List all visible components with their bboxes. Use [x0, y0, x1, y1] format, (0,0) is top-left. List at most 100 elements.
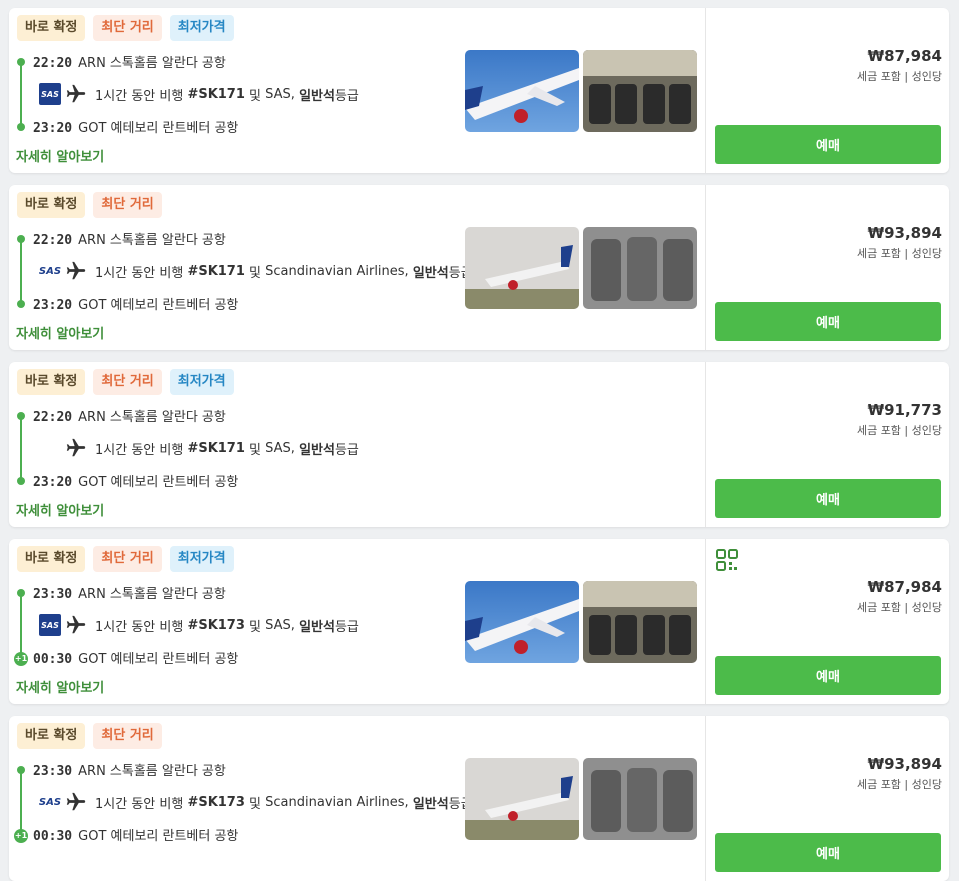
book-button[interactable]: 예매	[715, 833, 941, 872]
sas-logo-icon: SAS	[38, 265, 62, 277]
arrival-row: 00:30 GOT 예테보리 란트베터 공항	[33, 648, 238, 667]
airline-name: Scandinavian Airlines,	[265, 794, 409, 810]
departure-time: 22:20	[33, 233, 73, 248]
next-day-badge: +1	[14, 829, 28, 843]
departure-row: 23:30 ARN 스톡홀름 알란다 공항	[33, 760, 226, 779]
flight-number: #SK171	[187, 440, 245, 456]
airline-name: Scandinavian Airlines,	[265, 263, 409, 279]
tag-shortest: 최단 거리	[93, 369, 162, 395]
flight-card: 바로 확정 최단 거리 최저가격 22:20 ARN 스톡홀름 알란다 공항 1시…	[9, 362, 949, 527]
tag-instant-confirm: 바로 확정	[17, 723, 86, 749]
airplane-icon	[66, 438, 86, 457]
departure-row: 22:20 ARN 스톡홀름 알란다 공항	[33, 52, 226, 71]
aircraft-photo[interactable]	[465, 227, 579, 309]
arrival-time: 23:20	[33, 121, 73, 136]
price-note: 세금 포함 | 성인당	[856, 601, 942, 614]
cabin-class: 일반석	[412, 796, 449, 812]
cabin-class: 일반석	[299, 619, 335, 635]
airplane-icon	[66, 261, 86, 280]
departure-airport: ARN 스톡홀름 알란다 공항	[78, 56, 226, 71]
timeline-line	[20, 61, 22, 125]
price-note: 세금 포함 | 성인당	[856, 424, 942, 437]
price-panel: ₩93,894 세금 포함 | 성인당 예매	[705, 185, 949, 350]
cabin-photo[interactable]	[583, 581, 697, 663]
tag-instant-confirm: 바로 확정	[17, 15, 86, 41]
aircraft-photo[interactable]	[465, 581, 579, 663]
book-button[interactable]: 예매	[715, 479, 941, 518]
arrival-row: 23:20 GOT 예테보리 란트베터 공항	[33, 117, 238, 136]
flight-duration: 1시간 동안 비행	[95, 619, 184, 635]
flight-timeline: 22:20 ARN 스톡홀름 알란다 공항 SAS 1시간 동안 비행 #SK17…	[17, 56, 477, 136]
details-link[interactable]: 자세히 알아보기	[16, 146, 104, 165]
segment-info: SAS 1시간 동안 비행 #SK171 및 Scandinavian Airl…	[39, 259, 473, 283]
flight-duration: 1시간 동안 비행	[95, 442, 184, 458]
flight-duration: 1시간 동안 비행	[95, 265, 184, 281]
price-panel: ₩93,894 세금 포함 | 성인당 예매	[705, 716, 949, 881]
price-note: 세금 포함 | 성인당	[856, 247, 942, 260]
timeline-line	[20, 769, 22, 833]
segment-info: SAS 1시간 동안 비행 #SK173 및 SAS, 일반석 등급	[39, 613, 359, 637]
departure-airport: ARN 스톡홀름 알란다 공항	[78, 233, 226, 248]
flight-card: 바로 확정 최단 거리 +1 23:30 ARN 스톡홀름 알란다 공항 SAS …	[9, 716, 949, 881]
flight-duration: 1시간 동안 비행	[95, 88, 184, 104]
cabin-suffix: 등급	[334, 88, 359, 104]
departure-row: 22:20 ARN 스톡홀름 알란다 공항	[33, 406, 226, 425]
departure-airport: ARN 스톡홀름 알란다 공항	[78, 410, 226, 425]
sas-logo-icon: SAS	[39, 83, 61, 105]
book-button[interactable]: 예매	[715, 125, 941, 164]
cabin-photo[interactable]	[583, 227, 697, 309]
departure-dot	[17, 412, 25, 420]
tag-list: 바로 확정 최단 거리	[17, 723, 162, 749]
flight-number: #SK171	[187, 263, 245, 279]
price-note: 세금 포함 | 성인당	[856, 70, 942, 83]
details-link[interactable]: 자세히 알아보기	[16, 500, 104, 519]
segment-info: SAS 1시간 동안 비행 #SK173 및 Scandinavian Airl…	[39, 790, 473, 814]
segment-info: 1시간 동안 비행 #SK171 및 SAS, 일반석 등급	[39, 436, 359, 460]
arrival-time: 23:20	[33, 475, 73, 490]
aircraft-photo[interactable]	[465, 758, 579, 840]
price: ₩87,984	[867, 578, 942, 596]
tag-list: 바로 확정 최단 거리 최저가격	[17, 15, 234, 41]
cabin-class: 일반석	[299, 442, 335, 458]
tag-shortest: 최단 거리	[93, 723, 162, 749]
book-button[interactable]: 예매	[715, 302, 941, 341]
cabin-suffix: 등급	[334, 619, 359, 635]
details-link[interactable]: 자세히 알아보기	[16, 677, 104, 696]
tag-cheapest: 최저가격	[169, 546, 234, 572]
arrival-airport: GOT 예테보리 란트베터 공항	[78, 829, 239, 844]
tag-shortest: 최단 거리	[93, 546, 162, 572]
qr-code-icon[interactable]	[716, 549, 738, 571]
price-panel: ₩91,773 세금 포함 | 성인당 예매	[705, 362, 949, 527]
flight-number: #SK173	[187, 617, 245, 633]
airplane-icon	[66, 84, 86, 103]
price-panel: ₩87,984 세금 포함 | 성인당 예매	[705, 539, 949, 704]
arrival-time: 23:20	[33, 298, 73, 313]
departure-time: 23:30	[33, 587, 73, 602]
airplane-icon	[66, 615, 86, 634]
cabin-photo[interactable]	[583, 758, 697, 840]
flight-timeline: +1 23:30 ARN 스톡홀름 알란다 공항 SAS 1시간 동안 비행 #S…	[14, 764, 477, 844]
cabin-suffix: 등급	[334, 442, 359, 458]
arrival-row: 00:30 GOT 예테보리 란트베터 공항	[33, 825, 238, 844]
book-button[interactable]: 예매	[715, 656, 941, 695]
flight-number: #SK171	[187, 86, 245, 102]
airplane-icon	[66, 792, 86, 811]
departure-time: 23:30	[33, 764, 73, 779]
cabin-class: 일반석	[412, 265, 449, 281]
departure-airport: ARN 스톡홀름 알란다 공항	[78, 587, 226, 602]
cabin-photo[interactable]	[583, 50, 697, 132]
tag-list: 바로 확정 최단 거리 최저가격	[17, 369, 234, 395]
departure-time: 22:20	[33, 56, 73, 71]
flight-card: 바로 확정 최단 거리 최저가격 22:20 ARN 스톡홀름 알란다 공항 SA…	[9, 8, 949, 173]
cabin-class: 일반석	[299, 88, 335, 104]
arrival-time: 00:30	[33, 652, 73, 667]
airline-name: SAS,	[265, 86, 295, 102]
tag-instant-confirm: 바로 확정	[17, 369, 86, 395]
conjunction: 및	[249, 442, 262, 458]
timeline-line	[20, 238, 22, 302]
details-link[interactable]: 자세히 알아보기	[16, 323, 104, 342]
arrival-dot	[17, 477, 25, 485]
aircraft-photo[interactable]	[465, 50, 579, 132]
flight-timeline: +1 23:30 ARN 스톡홀름 알란다 공항 SAS 1시간 동안 비행 #S…	[14, 587, 477, 667]
tag-shortest: 최단 거리	[93, 192, 162, 218]
